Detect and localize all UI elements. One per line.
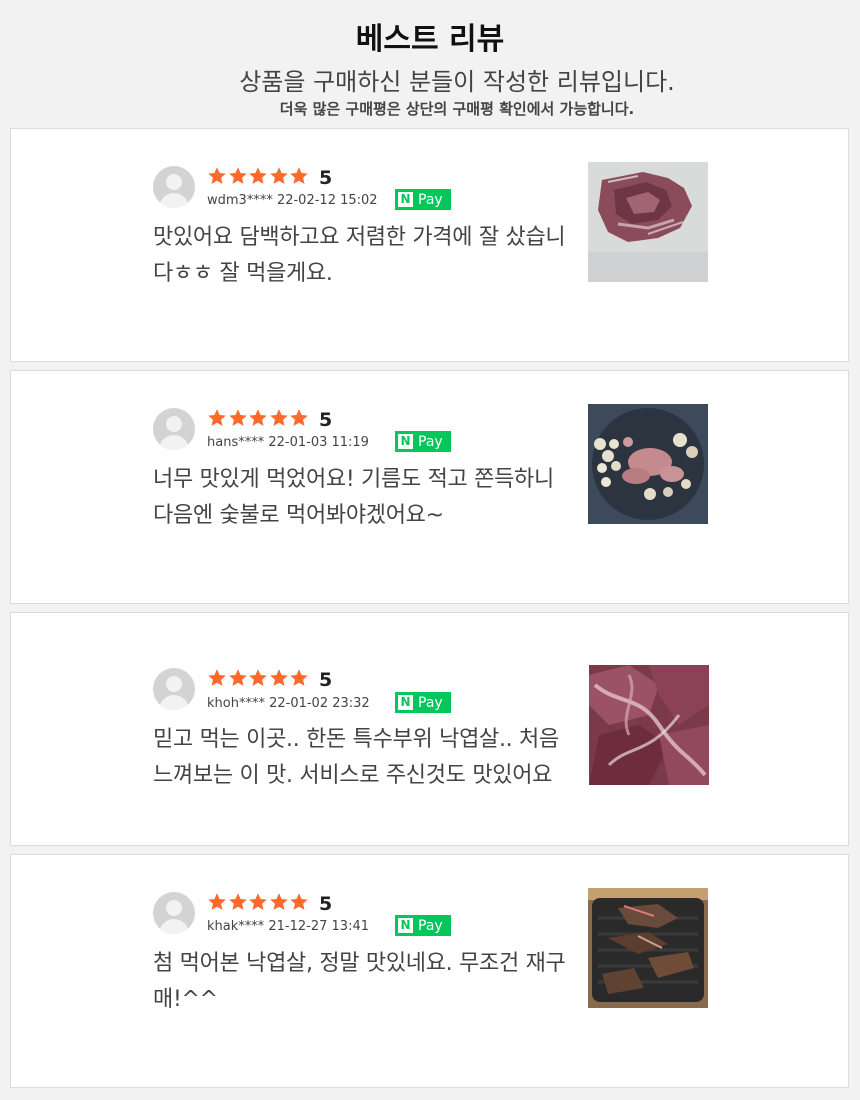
star-icon: [228, 166, 248, 186]
star-icon: [289, 408, 309, 428]
star-icon: [228, 892, 248, 912]
star-icon: [248, 166, 268, 186]
n-logo-icon: N: [398, 192, 413, 207]
star-icon: [207, 892, 227, 912]
n-logo-icon: N: [398, 695, 413, 710]
raw-meat-package-photo: [588, 162, 708, 282]
star-icon: [248, 892, 268, 912]
rating-score: 5: [319, 669, 333, 691]
rating-score: 5: [319, 167, 333, 189]
star-rating: [207, 668, 310, 692]
star-icon: [269, 166, 289, 186]
star-icon: [289, 166, 309, 186]
grilled-meat-on-pan-photo: [588, 888, 708, 1008]
npay-label: Pay: [418, 917, 443, 934]
star-rating: [207, 166, 310, 190]
best-review-header: 베스트 리뷰 상품을 구매하신 분들이 작성한 리뷰입니다. 더욱 많은 구매평…: [0, 0, 860, 128]
review-meta: wdm3**** 22-02-12 15:02: [207, 193, 378, 208]
npay-label: Pay: [418, 191, 443, 208]
star-icon: [207, 408, 227, 428]
review-photo[interactable]: [589, 665, 709, 785]
rating-score: 5: [319, 409, 333, 431]
star-icon: [289, 668, 309, 688]
star-icon: [228, 668, 248, 688]
review-meta: hans**** 22-01-03 11:19: [207, 435, 369, 450]
review-photo[interactable]: [588, 162, 708, 282]
avatar: [153, 668, 195, 710]
n-logo-icon: N: [398, 918, 413, 933]
review-card: 5 khoh**** 22-01-02 23:32 N Pay 믿고 먹는 이곳.…: [10, 612, 849, 846]
review-text: 맛있어요 담백하고요 저렴한 가격에 잘 샀습니다ㅎㅎ 잘 먹을게요.: [153, 225, 566, 286]
page-subtitle: 상품을 구매하신 분들이 작성한 리뷰입니다.: [239, 68, 675, 96]
review-photo[interactable]: [588, 888, 708, 1008]
rating-score: 5: [319, 893, 333, 915]
grill-with-garlic-mushrooms-photo: [588, 404, 708, 524]
avatar: [153, 892, 195, 934]
star-icon: [248, 408, 268, 428]
page-note: 더욱 많은 구매평은 상단의 구매평 확인에서 가능합니다.: [279, 100, 635, 118]
review-photo[interactable]: [588, 404, 708, 524]
star-icon: [269, 892, 289, 912]
star-icon: [207, 166, 227, 186]
review-card: 5 hans**** 22-01-03 11:19 N Pay 너무 맛있게 먹었…: [10, 370, 849, 604]
review-text: 첨 먹어본 낙엽살, 정말 맛있네요. 무조건 재구매!^^: [153, 951, 566, 1012]
n-logo-icon: N: [398, 434, 413, 449]
review-card: 5 khak**** 21-12-27 13:41 N Pay 첨 먹어본 낙엽살…: [10, 854, 849, 1088]
review-card: 5 wdm3**** 22-02-12 15:02 N Pay 맛있어요 담백하고…: [10, 128, 849, 362]
star-icon: [248, 668, 268, 688]
avatar: [153, 408, 195, 450]
npay-badge: N Pay: [395, 431, 451, 452]
review-meta: khoh**** 22-01-02 23:32: [207, 696, 370, 711]
star-icon: [228, 408, 248, 428]
star-icon: [269, 408, 289, 428]
star-icon: [269, 668, 289, 688]
npay-badge: N Pay: [395, 915, 451, 936]
page-title: 베스트 리뷰: [355, 22, 505, 57]
review-text: 너무 맛있게 먹었어요! 기름도 적고 쫀득하니 다음엔 숯불로 먹어봐야겠어요…: [153, 467, 554, 528]
star-rating: [207, 408, 310, 432]
star-icon: [207, 668, 227, 688]
npay-label: Pay: [418, 694, 443, 711]
npay-badge: N Pay: [395, 692, 451, 713]
review-text: 믿고 먹는 이곳.. 한돈 특수부위 낙엽살.. 처음 느껴보는 이 맛. 서비…: [153, 727, 559, 788]
npay-label: Pay: [418, 433, 443, 450]
avatar: [153, 166, 195, 208]
star-rating: [207, 892, 310, 916]
raw-meat-closeup-photo: [589, 665, 709, 785]
npay-badge: N Pay: [395, 189, 451, 210]
star-icon: [289, 892, 309, 912]
review-meta: khak**** 21-12-27 13:41: [207, 919, 369, 934]
